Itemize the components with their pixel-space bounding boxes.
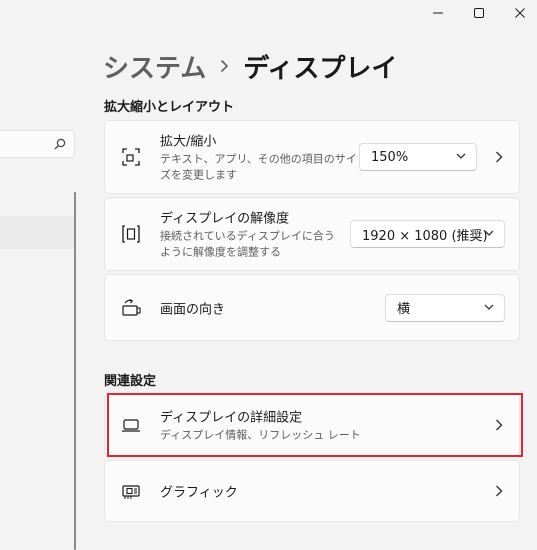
orientation-dropdown[interactable]: 横	[385, 293, 505, 322]
resolution-dropdown[interactable]: 1920 × 1080 (推奨)	[350, 220, 505, 248]
resolution-card[interactable]: ディスプレイの解像度 接続されているディスプレイに合うように解像度を調整する 1…	[104, 197, 520, 271]
scale-value: 150%	[371, 149, 409, 165]
close-icon	[515, 8, 525, 18]
chevron-down-icon	[456, 153, 466, 159]
scale-dropdown[interactable]: 150%	[359, 143, 477, 171]
resolution-value: 1920 × 1080 (推奨)	[362, 228, 488, 244]
resolution-icon	[122, 225, 140, 243]
breadcrumb-system[interactable]: システム	[103, 48, 206, 85]
orientation-card[interactable]: 画面の向き 横	[104, 274, 520, 341]
orientation-value: 横	[397, 302, 411, 317]
search-icon	[54, 138, 66, 150]
laptop-icon	[122, 419, 140, 432]
close-button[interactable]	[500, 0, 537, 26]
breadcrumb: システム ディスプレイ	[103, 48, 397, 84]
graphics-card-icon	[122, 485, 140, 499]
chevron-right-icon	[220, 59, 229, 73]
advanced-display-title: ディスプレイの詳細設定	[160, 410, 303, 426]
scale-description: テキスト、アプリ、その他の項目のサイズを変更します	[160, 152, 357, 182]
page-title: ディスプレイ	[243, 53, 398, 84]
chevron-right-icon[interactable]	[495, 151, 503, 164]
advanced-display-card[interactable]: ディスプレイの詳細設定 ディスプレイ情報、リフレッシュ レート	[104, 394, 520, 456]
sidebar-search-box[interactable]	[0, 130, 75, 158]
graphics-title: グラフィック	[160, 485, 238, 501]
scale-title: 拡大/縮小	[160, 134, 217, 150]
graphics-card[interactable]: グラフィック	[104, 460, 520, 522]
sidebar-scrollbar[interactable]	[74, 192, 76, 550]
search-input[interactable]	[0, 131, 54, 157]
section-title-scale-layout: 拡大縮小とレイアウト	[104, 100, 235, 115]
section-title-related: 関連設定	[104, 374, 157, 389]
chevron-right-icon	[496, 485, 503, 497]
maximize-icon	[474, 8, 484, 18]
scale-icon	[122, 148, 140, 166]
sidebar-item-selected[interactable]	[0, 216, 74, 249]
orientation-icon	[122, 298, 141, 316]
resolution-title: ディスプレイの解像度	[160, 211, 290, 227]
maximize-button[interactable]	[459, 0, 499, 26]
orientation-title: 画面の向き	[160, 302, 226, 317]
chevron-down-icon	[484, 304, 494, 310]
scale-card[interactable]: 拡大/縮小 テキスト、アプリ、その他の項目のサイズを変更します 150%	[104, 120, 520, 194]
minimize-button[interactable]	[418, 0, 458, 26]
resolution-description: 接続されているディスプレイに合うように解像度を調整する	[160, 229, 335, 259]
chevron-right-icon	[496, 419, 503, 431]
chevron-down-icon	[484, 230, 494, 236]
minimize-icon	[433, 12, 443, 14]
advanced-display-description: ディスプレイ情報、リフレッシュ レート	[160, 428, 361, 442]
